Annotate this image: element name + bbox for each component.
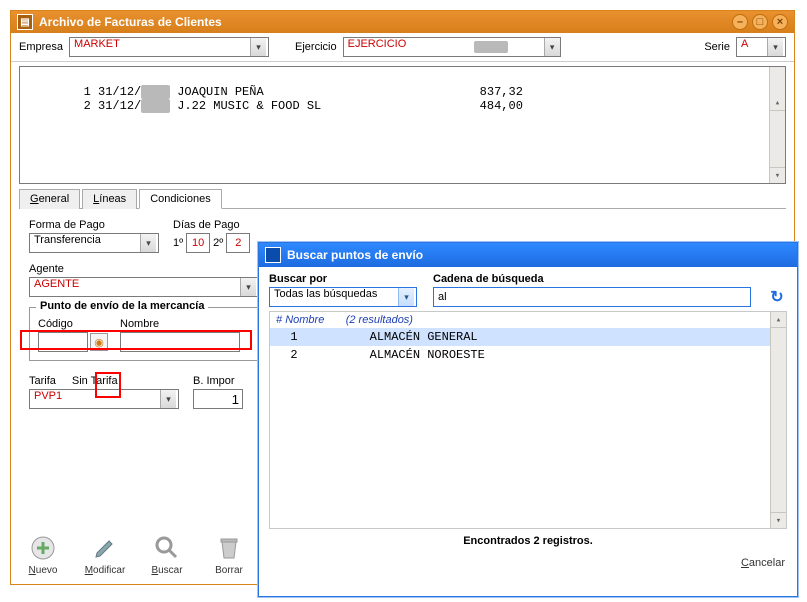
result-row[interactable]: 2 ALMACÉN NOROESTE: [270, 346, 786, 364]
search-dialog: Buscar puntos de envío Buscar por Todas …: [258, 242, 798, 597]
scroll-up-icon[interactable]: ▴: [770, 95, 785, 111]
bimporte-input[interactable]: [193, 389, 243, 409]
scrollbar[interactable]: ▴ ▾: [769, 67, 785, 183]
serie-label: Serie: [704, 41, 730, 53]
edit-icon: [88, 531, 122, 565]
trash-icon: [212, 531, 246, 565]
highlight-box: [20, 330, 252, 350]
buscar-por-value: Todas las búsquedas: [270, 288, 398, 306]
main-title: Archivo de Facturas de Clientes: [39, 15, 222, 29]
dialog-titlebar[interactable]: Buscar puntos de envío: [259, 243, 797, 267]
ejercicio-combo[interactable]: EJERCICIO .... ▾: [343, 37, 561, 57]
buscar-por-label: Buscar por: [269, 273, 417, 285]
tab-condiciones[interactable]: Condiciones: [139, 189, 222, 209]
nombre-label: Nombre: [120, 318, 255, 330]
borrar-button[interactable]: Borrar: [205, 531, 253, 576]
list-row[interactable]: 1 31/12/.... JOAQUIN PEÑA 837,32: [26, 85, 523, 99]
top-filter-bar: Empresa MARKET ▾ Ejercicio EJERCICIO ...…: [11, 33, 794, 62]
dias2-input[interactable]: [226, 233, 250, 253]
nuevo-button[interactable]: Nuevo: [19, 531, 67, 576]
punto-envio-legend: Punto de envío de la mercancía: [36, 300, 208, 312]
refresh-button[interactable]: ↻: [767, 287, 787, 307]
forma-pago-value: Transferencia: [30, 234, 140, 252]
dias1-input[interactable]: [186, 233, 210, 253]
codigo-label: Código: [38, 318, 108, 330]
redacted-text: ....: [474, 41, 508, 53]
serie-value: A: [737, 38, 767, 56]
empresa-label: Empresa: [19, 41, 63, 53]
results-grid[interactable]: # Nombre (2 resultados) 1 ALMACÉN GENERA…: [269, 311, 787, 529]
tab-general[interactable]: General: [19, 189, 80, 209]
search-icon: [150, 531, 184, 565]
cadena-input[interactable]: [434, 288, 750, 306]
serie-combo[interactable]: A ▾: [736, 37, 786, 57]
modificar-button[interactable]: Modificar: [81, 531, 129, 576]
agente-combo[interactable]: AGENTE ▾: [29, 277, 259, 297]
scroll-down-icon[interactable]: ▾: [770, 167, 785, 183]
agente-value: AGENTE: [30, 278, 240, 296]
list-row[interactable]: 2 31/12/.... J.22 MUSIC & FOOD SL 484,00: [26, 99, 523, 113]
scrollbar[interactable]: ▴ ▾: [770, 312, 786, 528]
grid-header: # Nombre (2 resultados): [270, 312, 786, 328]
empresa-combo[interactable]: MARKET ▾: [69, 37, 269, 57]
tab-lineas[interactable]: Líneas: [82, 189, 137, 209]
empresa-value: MARKET: [70, 38, 250, 56]
ejercicio-label: Ejercicio: [295, 41, 337, 53]
chevron-down-icon[interactable]: ▾: [250, 38, 266, 56]
main-titlebar[interactable]: ▤ Archivo de Facturas de Clientes – □ ×: [11, 11, 794, 33]
chevron-down-icon[interactable]: ▾: [140, 234, 156, 252]
app-icon: ▤: [17, 14, 33, 30]
cadena-input-wrap: [433, 287, 751, 307]
result-row[interactable]: 1 ALMACÉN GENERAL: [270, 328, 786, 346]
refresh-icon: ↻: [770, 287, 783, 307]
dialog-icon: [265, 247, 281, 263]
tab-bar: General Líneas Condiciones: [19, 188, 786, 209]
agente-label: Agente: [29, 263, 259, 275]
close-button[interactable]: ×: [772, 14, 788, 30]
new-icon: [26, 531, 60, 565]
dias1-label: 1º: [173, 237, 183, 249]
forma-pago-label: Forma de Pago: [29, 219, 159, 231]
chevron-down-icon[interactable]: ▾: [544, 38, 560, 56]
cancelar-button[interactable]: Cancelar: [741, 557, 785, 569]
status-text: Encontrados 2 registros.: [259, 529, 797, 553]
dialog-title: Buscar puntos de envío: [287, 248, 423, 262]
scroll-down-icon[interactable]: ▾: [771, 512, 786, 528]
minimize-button[interactable]: –: [732, 14, 748, 30]
chevron-down-icon[interactable]: ▾: [160, 390, 176, 408]
highlight-box: [95, 372, 121, 398]
maximize-button[interactable]: □: [752, 14, 768, 30]
scroll-up-icon[interactable]: ▴: [771, 312, 786, 328]
dias-pago-label: Días de Pago: [173, 219, 250, 231]
buscar-button[interactable]: Buscar: [143, 531, 191, 576]
chevron-down-icon[interactable]: ▾: [767, 38, 783, 56]
tarifa-label: Tarifa: [29, 375, 56, 387]
buscar-por-combo[interactable]: Todas las búsquedas ▾: [269, 287, 417, 307]
forma-pago-combo[interactable]: Transferencia ▾: [29, 233, 159, 253]
bimporte-label: B. Impor: [193, 375, 243, 387]
chevron-down-icon[interactable]: ▾: [398, 288, 414, 306]
cadena-label: Cadena de búsqueda: [433, 273, 751, 285]
ejercicio-value: EJERCICIO: [344, 38, 474, 56]
invoice-list[interactable]: 1 31/12/.... JOAQUIN PEÑA 837,32 2 31/12…: [19, 66, 786, 184]
chevron-down-icon[interactable]: ▾: [240, 278, 256, 296]
dias2-label: 2º: [213, 237, 223, 249]
